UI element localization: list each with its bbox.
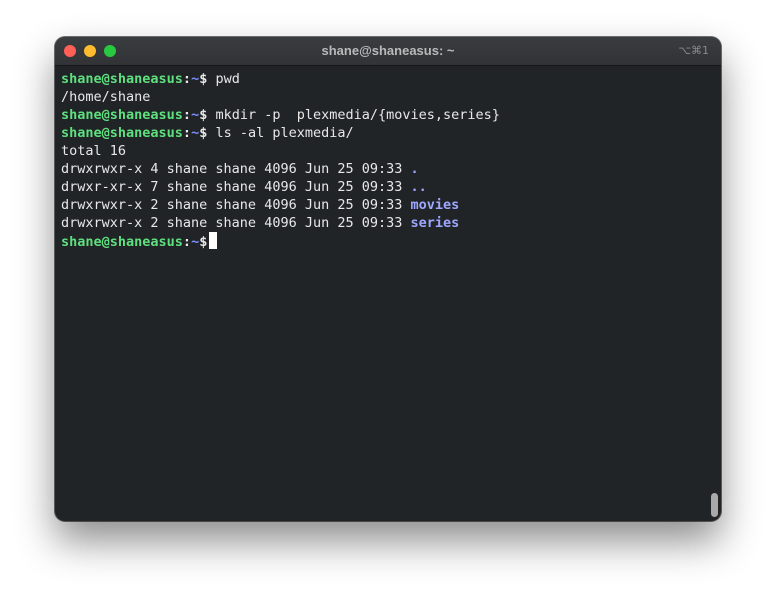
listing-perms: drwxrwxr-x 4 shane shane 4096 Jun 25 09:… xyxy=(61,161,411,177)
directory-name: series xyxy=(410,215,460,231)
directory-name: .. xyxy=(410,179,427,195)
active-prompt-line[interactable]: shane@shaneasus:~$ xyxy=(61,232,707,250)
prompt-user-host: shane@shaneasus xyxy=(61,234,183,250)
output-line: total 16 xyxy=(61,143,127,159)
prompt-separator: : xyxy=(182,71,192,87)
directory-name: . xyxy=(410,161,419,177)
prompt-user-host: shane@shaneasus xyxy=(61,107,183,123)
prompt-symbol: $ xyxy=(199,234,208,250)
window-shortcut: ⌥⌘1 xyxy=(678,44,709,57)
prompt-separator: : xyxy=(182,125,192,141)
directory-name: movies xyxy=(410,197,460,213)
listing-line: drwxrwxr-x 2 shane shane 4096 Jun 25 09:… xyxy=(61,214,707,232)
prompt-path: ~ xyxy=(191,234,200,250)
scrollbar-thumb[interactable] xyxy=(711,493,718,517)
prompt-path: ~ xyxy=(191,125,200,141)
listing-line: drwxrwxr-x 2 shane shane 4096 Jun 25 09:… xyxy=(61,196,707,214)
listing-perms: drwxr-xr-x 7 shane shane 4096 Jun 25 09:… xyxy=(61,179,411,195)
prompt-user-host: shane@shaneasus xyxy=(61,125,183,141)
prompt-separator: : xyxy=(182,234,192,250)
command-line: shane@shaneasus:~$ ls -al plexmedia/ xyxy=(61,124,707,142)
listing-perms: drwxrwxr-x 2 shane shane 4096 Jun 25 09:… xyxy=(61,197,411,213)
listing-line: drwxr-xr-x 7 shane shane 4096 Jun 25 09:… xyxy=(61,178,707,196)
prompt-path: ~ xyxy=(191,107,200,123)
prompt-separator: : xyxy=(182,107,192,123)
prompt-user-host: shane@shaneasus xyxy=(61,71,183,87)
terminal-window: shane@shaneasus: ~ ⌥⌘1 shane@shaneasus:~… xyxy=(55,37,721,521)
text-cursor xyxy=(209,232,218,249)
command-line: shane@shaneasus:~$ mkdir -p plexmedia/{m… xyxy=(61,106,707,124)
terminal-output[interactable]: shane@shaneasus:~$ pwd /home/shane shane… xyxy=(61,70,707,521)
output-line: /home/shane xyxy=(61,89,151,105)
listing-line: drwxrwxr-x 4 shane shane 4096 Jun 25 09:… xyxy=(61,160,707,178)
command-text: mkdir -p plexmedia/{movies,series} xyxy=(207,107,500,123)
prompt-path: ~ xyxy=(191,71,200,87)
command-line: shane@shaneasus:~$ pwd xyxy=(61,70,707,88)
command-text: ls -al plexmedia/ xyxy=(207,125,354,141)
title-bar[interactable]: shane@shaneasus: ~ ⌥⌘1 xyxy=(55,37,721,66)
window-title: shane@shaneasus: ~ xyxy=(321,43,455,58)
command-text: pwd xyxy=(207,71,240,87)
listing-perms: drwxrwxr-x 2 shane shane 4096 Jun 25 09:… xyxy=(61,215,411,231)
